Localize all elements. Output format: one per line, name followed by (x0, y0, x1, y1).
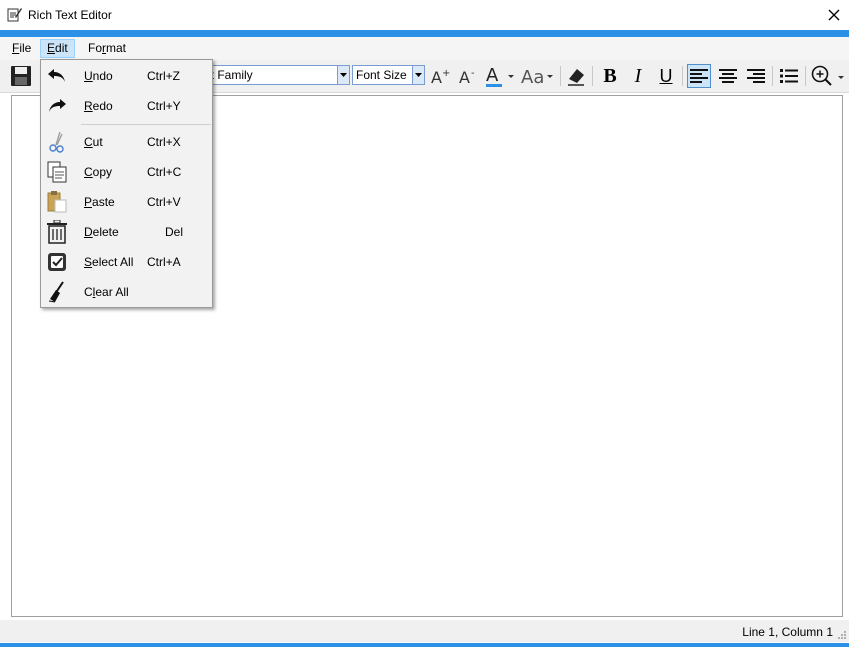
align-center-icon[interactable] (716, 64, 740, 88)
shortcut-label: Ctrl+X (147, 135, 181, 149)
shortcut-label: Ctrl+A (147, 255, 181, 269)
broom-icon (46, 281, 68, 303)
toolbar-separator (592, 66, 593, 86)
shortcut-label: Ctrl+C (147, 165, 182, 179)
status-bar: Line 1, Column 1 (0, 620, 849, 642)
shortcut-label: Ctrl+V (147, 195, 181, 209)
svg-text:A: A (486, 65, 499, 86)
select-all-icon (46, 251, 68, 273)
toolbar-separator (682, 66, 683, 86)
svg-text:Aa: Aa (521, 67, 544, 88)
font-size-combo[interactable]: Font Size (352, 65, 425, 85)
cursor-position: Line 1, Column 1 (742, 625, 833, 639)
close-icon[interactable] (819, 0, 849, 30)
undo-icon (46, 65, 68, 87)
bottom-accent-bar (0, 643, 849, 647)
menu-item-copy[interactable]: Copy Ctrl+C (42, 158, 211, 184)
chevron-down-icon[interactable] (412, 66, 424, 84)
edit-menu-dropdown: Undo Ctrl+Z Redo Ctrl+Y Cut Ctrl+X Copy … (40, 59, 213, 308)
menu-item-clear-all[interactable]: Clear All (42, 278, 211, 304)
save-icon[interactable] (9, 64, 33, 88)
bullet-list-icon[interactable] (777, 64, 801, 88)
menu-separator (81, 124, 211, 125)
window-title: Rich Text Editor (28, 8, 112, 22)
menu-item-delete[interactable]: Delete Del (42, 218, 211, 244)
font-size-text: Font Size (356, 68, 407, 82)
align-left-icon[interactable] (687, 64, 711, 88)
shrink-font-icon[interactable]: A- (456, 64, 480, 88)
eraser-icon[interactable] (564, 64, 588, 88)
paste-icon (46, 191, 68, 213)
svg-text:+: + (442, 68, 450, 79)
chevron-down-icon[interactable] (337, 66, 349, 84)
scissors-icon (46, 131, 68, 153)
menu-item-paste[interactable]: Paste Ctrl+V (42, 188, 211, 214)
shortcut-label: Ctrl+Y (147, 99, 181, 113)
menu-edit[interactable]: Edit (40, 39, 75, 58)
bold-icon[interactable]: B (598, 64, 622, 88)
menu-file[interactable]: File (6, 39, 37, 58)
font-color-icon[interactable]: A (484, 64, 518, 88)
menu-item-cut[interactable]: Cut Ctrl+X (42, 128, 211, 154)
svg-text:A: A (459, 68, 470, 87)
menu-item-select-all[interactable]: Select All Ctrl+A (42, 248, 211, 274)
change-case-icon[interactable]: Aa (520, 64, 554, 88)
menu-format[interactable]: Format (82, 39, 132, 58)
menu-item-undo[interactable]: Undo Ctrl+Z (42, 62, 211, 88)
resize-grip-icon[interactable] (837, 629, 847, 643)
menu-bar: File Edit Format (0, 37, 849, 60)
redo-icon (46, 95, 68, 117)
title-accent-bar (0, 30, 849, 37)
toolbar-separator (805, 66, 806, 86)
svg-text:-: - (471, 68, 475, 79)
italic-icon[interactable]: I (626, 64, 650, 88)
shortcut-label: Ctrl+Z (147, 69, 180, 83)
toolbar-separator (772, 66, 773, 86)
toolbar-separator (560, 66, 561, 86)
shortcut-label: Del (165, 225, 184, 239)
align-right-icon[interactable] (744, 64, 768, 88)
underline-icon[interactable]: U (654, 64, 678, 88)
menu-item-redo[interactable]: Redo Ctrl+Y (42, 92, 211, 118)
notepad-pencil-icon (6, 6, 22, 22)
font-family-combo[interactable]: nt Family (200, 65, 350, 85)
grow-font-icon[interactable]: A + (428, 64, 452, 88)
trash-icon (46, 220, 68, 244)
svg-text:A: A (431, 68, 442, 87)
copy-icon (46, 161, 68, 183)
title-bar: Rich Text Editor (0, 0, 849, 30)
zoom-icon[interactable] (810, 64, 846, 88)
